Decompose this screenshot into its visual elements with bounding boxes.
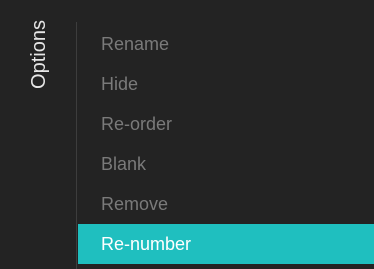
menu-item-blank[interactable]: Blank	[78, 144, 374, 184]
menu-item-hide[interactable]: Hide	[78, 64, 374, 104]
menu-item-re-order[interactable]: Re-order	[78, 104, 374, 144]
menu-item-rename[interactable]: Rename	[78, 24, 374, 64]
vertical-divider	[76, 22, 77, 269]
options-menu: Rename Hide Re-order Blank Remove Re-num…	[78, 24, 374, 264]
menu-item-remove[interactable]: Remove	[78, 184, 374, 224]
options-title-container: Options	[14, 20, 64, 120]
options-title: Options	[28, 20, 50, 89]
menu-item-re-number[interactable]: Re-number	[78, 224, 374, 264]
options-panel: Options Rename Hide Re-order Blank Remov…	[0, 0, 374, 269]
